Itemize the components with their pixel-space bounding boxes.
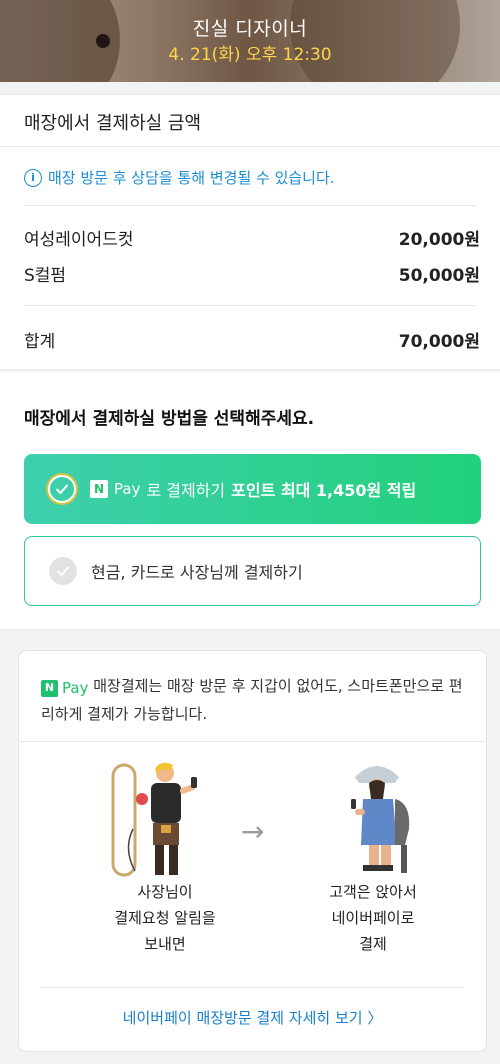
- list-item: S컬펌 50,000원: [24, 261, 480, 286]
- npay-details-link[interactable]: 네이버페이 매장방문 결제 자세히 보기 〉: [19, 1007, 486, 1028]
- customer-seated-illustration: [351, 766, 410, 873]
- list-item: 여성레이어드컷 20,000원: [24, 225, 480, 250]
- checkmark-icon: [49, 557, 77, 585]
- total-label: 합계: [24, 332, 56, 352]
- npay-info-section: N Pay 매장결제는 매장 방문 후 지갑이 없어도, 스마트폰만으로 편리하…: [18, 650, 487, 1052]
- customer-caption: 고객은 앉아서 네이버페이로 결제: [329, 883, 417, 953]
- owner-with-phone-illustration: [111, 762, 197, 877]
- service-price: 20,000원: [398, 230, 480, 250]
- divider: [41, 987, 464, 988]
- checkmark-icon: [48, 475, 76, 503]
- owner-caption: 사장님이 결제요청 알림을 보내면: [114, 883, 216, 953]
- payment-method-section: 매장에서 결제하실 방법을 선택해주세요. N Pay 로 결제하기 포인트 최…: [0, 372, 500, 630]
- divider: [24, 305, 476, 306]
- npay-option-label: 로 결제하기: [146, 481, 226, 500]
- npay-option-button[interactable]: N Pay 로 결제하기 포인트 최대 1,450원 적립: [24, 454, 481, 524]
- arrow-right-icon: →: [241, 815, 265, 848]
- service-price: 50,000원: [398, 266, 480, 286]
- cash-option-label: 현금, 카드로 사장님께 결제하기: [91, 563, 303, 582]
- npay-description: N Pay 매장결제는 매장 방문 후 지갑이 없어도, 스마트폰만으로 편리하…: [41, 675, 463, 723]
- payment-amount-section: 매장에서 결제하실 금액 i 매장 방문 후 상담을 통해 변경될 수 있습니다…: [0, 94, 500, 370]
- npay-word: Pay: [114, 480, 141, 498]
- cash-card-option-button[interactable]: 현금, 카드로 사장님께 결제하기: [24, 536, 481, 606]
- designer-name: 진실 디자이너: [192, 18, 308, 40]
- section-title: 매장에서 결제하실 금액: [0, 95, 500, 147]
- divider: [19, 741, 486, 742]
- npay-logo: N Pay: [41, 675, 88, 701]
- method-title: 매장에서 결제하실 방법을 선택해주세요.: [24, 409, 315, 429]
- info-icon: i: [24, 168, 42, 187]
- total-row: 합계 70,000원: [24, 327, 480, 352]
- divider: [24, 205, 476, 206]
- service-name: 여성레이어드컷: [24, 230, 134, 250]
- designer-header: 진실 디자이너 4. 21(화) 오후 12:30: [0, 0, 500, 82]
- change-notice: i 매장 방문 후 상담을 통해 변경될 수 있습니다.: [24, 167, 335, 188]
- npay-point-label: 포인트 최대 1,450원 적립: [231, 481, 417, 500]
- reservation-datetime: 4. 21(화) 오후 12:30: [168, 45, 332, 65]
- service-name: S컬펌: [24, 266, 67, 286]
- total-price: 70,000원: [398, 332, 480, 352]
- npay-logo-icon: N: [41, 679, 58, 697]
- npay-logo-icon: N: [90, 480, 108, 498]
